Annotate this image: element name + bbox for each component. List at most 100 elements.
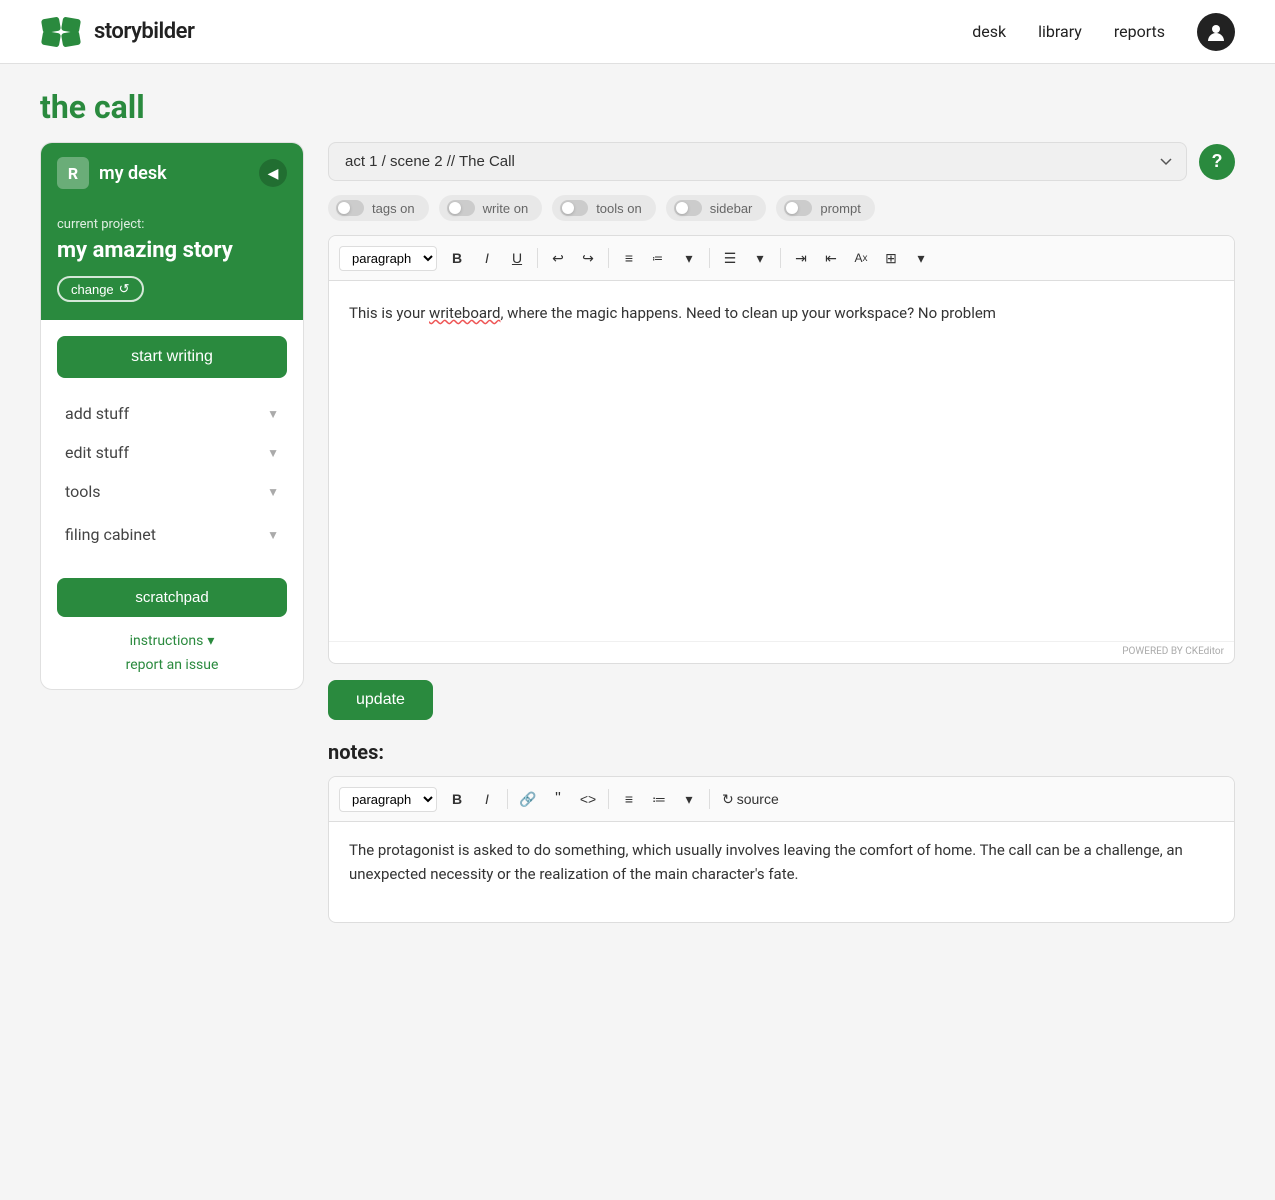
- sidebar-toggle[interactable]: sidebar: [666, 195, 767, 221]
- notes-bold-button[interactable]: B: [443, 785, 471, 813]
- write-toggle-switch: [447, 200, 475, 216]
- bullet-list-button[interactable]: ≡: [615, 244, 643, 272]
- main-editor-body[interactable]: This is your writeboard, where the magic…: [329, 281, 1234, 641]
- text-style-button[interactable]: Ax: [847, 244, 875, 272]
- tags-toggle[interactable]: tags on: [328, 195, 429, 221]
- source-label: source: [737, 791, 779, 807]
- edit-stuff-label: edit stuff: [65, 443, 129, 462]
- current-project-section: current project: my amazing story change…: [41, 203, 303, 320]
- outdent-button[interactable]: ⇤: [817, 244, 845, 272]
- notes-link-button[interactable]: 🔗: [514, 785, 542, 813]
- chevron-down-icon: ▼: [267, 446, 279, 460]
- redo-button[interactable]: ↪: [574, 244, 602, 272]
- sidebar-item-edit-stuff[interactable]: edit stuff ▼: [57, 433, 287, 472]
- toolbar-divider: [709, 789, 710, 809]
- add-stuff-label: add stuff: [65, 404, 129, 423]
- instructions-link[interactable]: instructions ▾: [130, 633, 215, 649]
- chevron-down-icon: ▼: [267, 485, 279, 499]
- sidebar-item-filing-cabinet[interactable]: filing cabinet ▼: [57, 515, 287, 554]
- scene-select[interactable]: act 1 / scene 2 // The Call act 1 / scen…: [328, 142, 1187, 181]
- chevron-down-icon: ▼: [267, 528, 279, 542]
- user-avatar[interactable]: [1197, 13, 1235, 51]
- change-btn-label: change: [71, 282, 114, 297]
- align-options-button[interactable]: ▾: [746, 244, 774, 272]
- toolbar-divider: [507, 789, 508, 809]
- sidebar-collapse-button[interactable]: ◀: [259, 159, 287, 187]
- nav-library[interactable]: library: [1038, 22, 1082, 41]
- project-name: my amazing story: [57, 238, 287, 264]
- sidebar-bottom: instructions ▾ report an issue: [41, 633, 303, 689]
- header: storybilder desk library reports: [0, 0, 1275, 64]
- notes-numbered-button[interactable]: ≔: [645, 785, 673, 813]
- source-icon: ↻: [722, 791, 734, 808]
- indent-button[interactable]: ⇥: [787, 244, 815, 272]
- notes-source-button[interactable]: ↻ source: [716, 785, 785, 813]
- write-toggle-label: write on: [483, 201, 529, 216]
- main-editor-wrapper: paragraph Heading 1 Heading 2 B I U ↩ ↪ …: [328, 235, 1235, 664]
- notes-editor-wrapper: paragraph B I 🔗 " <> ≡ ≔ ▾ ↻ source The …: [328, 776, 1235, 923]
- start-writing-button[interactable]: start writing: [57, 336, 287, 378]
- notes-list-options-button[interactable]: ▾: [675, 785, 703, 813]
- logo-area: storybilder: [40, 14, 194, 50]
- italic-button[interactable]: I: [473, 244, 501, 272]
- main-editor-toolbar: paragraph Heading 1 Heading 2 B I U ↩ ↪ …: [329, 236, 1234, 281]
- tags-toggle-switch: [336, 200, 364, 216]
- sidebar-header-left: R my desk: [57, 157, 167, 189]
- notes-body[interactable]: The protagonist is asked to do something…: [329, 822, 1234, 922]
- table-options-button[interactable]: ▾: [907, 244, 935, 272]
- paragraph-style-select[interactable]: paragraph Heading 1 Heading 2: [339, 246, 437, 271]
- sidebar-toggle-switch: [674, 200, 702, 216]
- list-options-button[interactable]: ▾: [675, 244, 703, 272]
- notes-italic-button[interactable]: I: [473, 785, 501, 813]
- nav-reports[interactable]: reports: [1114, 22, 1165, 41]
- notes-code-button[interactable]: <>: [574, 785, 602, 813]
- tools-toggle[interactable]: tools on: [552, 195, 656, 221]
- notes-paragraph-select[interactable]: paragraph: [339, 787, 437, 812]
- prompt-toggle[interactable]: prompt: [776, 195, 874, 221]
- editor-footer: POWERED BY CKEditor: [329, 641, 1234, 663]
- numbered-list-button[interactable]: ≔: [645, 244, 673, 272]
- sidebar-title: my desk: [99, 163, 167, 184]
- report-issue-link[interactable]: report an issue: [126, 657, 219, 673]
- write-toggle[interactable]: write on: [439, 195, 543, 221]
- nav-desk[interactable]: desk: [972, 22, 1006, 41]
- sidebar-item-add-stuff[interactable]: add stuff ▼: [57, 394, 287, 433]
- notes-quote-button[interactable]: ": [544, 785, 572, 813]
- notes-toolbar: paragraph B I 🔗 " <> ≡ ≔ ▾ ↻ source: [329, 777, 1234, 822]
- main-layout: R my desk ◀ current project: my amazing …: [0, 142, 1275, 963]
- sidebar-header: R my desk ◀: [41, 143, 303, 203]
- current-project-label: current project:: [57, 217, 287, 232]
- toolbar-divider: [537, 248, 538, 268]
- sidebar-menu: add stuff ▼ edit stuff ▼ tools ▼ filing …: [41, 386, 303, 570]
- chevron-down-icon: ▼: [267, 407, 279, 421]
- chevron-down-icon: ▾: [207, 633, 214, 649]
- tools-toggle-switch: [560, 200, 588, 216]
- change-project-button[interactable]: change ↺: [57, 276, 144, 302]
- toolbar-divider: [780, 248, 781, 268]
- underline-button[interactable]: U: [503, 244, 531, 272]
- toolbar-divider: [608, 248, 609, 268]
- sidebar-card: R my desk ◀ current project: my amazing …: [40, 142, 304, 690]
- undo-button[interactable]: ↩: [544, 244, 572, 272]
- writeboard-word: writeboard: [429, 304, 500, 322]
- logo-text: storybilder: [94, 19, 194, 44]
- notes-heading: notes:: [328, 740, 1235, 764]
- filing-cabinet-label: filing cabinet: [65, 525, 156, 544]
- align-button[interactable]: ☰: [716, 244, 744, 272]
- main-content: act 1 / scene 2 // The Call act 1 / scen…: [328, 142, 1235, 923]
- notes-bullet-button[interactable]: ≡: [615, 785, 643, 813]
- main-nav: desk library reports: [972, 13, 1235, 51]
- help-button[interactable]: ?: [1199, 144, 1235, 180]
- page-title-area: the call: [0, 64, 1275, 142]
- svg-text:≔: ≔: [652, 253, 663, 265]
- sidebar-item-tools[interactable]: tools ▼: [57, 472, 287, 511]
- bold-button[interactable]: B: [443, 244, 471, 272]
- tags-toggle-label: tags on: [372, 201, 415, 216]
- toolbar-divider: [709, 248, 710, 268]
- scratchpad-button[interactable]: scratchpad: [57, 578, 287, 617]
- toolbar-divider: [608, 789, 609, 809]
- tools-toggle-label: tools on: [596, 201, 642, 216]
- table-button[interactable]: ⊞: [877, 244, 905, 272]
- change-icon: ↺: [119, 281, 130, 297]
- update-button[interactable]: update: [328, 680, 433, 720]
